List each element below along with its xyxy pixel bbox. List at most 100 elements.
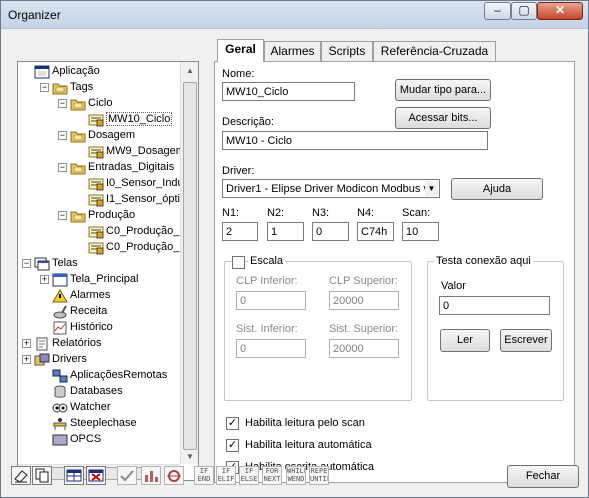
auto-read-checkbox[interactable]: ✓	[226, 439, 239, 452]
tab-alarmes[interactable]: Alarmes	[264, 41, 321, 61]
collapse-icon[interactable]: −	[58, 99, 67, 108]
test-value-input[interactable]: 0	[439, 296, 550, 315]
window-title: Organizer	[8, 8, 61, 22]
scroll-down-icon[interactable]: ▼	[186, 452, 194, 461]
collapse-icon[interactable]: −	[58, 211, 67, 220]
tree-item[interactable]: + Tela_Principal	[18, 272, 178, 288]
collapse-icon[interactable]: −	[40, 83, 49, 92]
n3-input[interactable]: 0	[312, 222, 349, 241]
tree-item[interactable]: − Produção	[18, 208, 178, 224]
tree-item[interactable]: Steeplechase	[18, 416, 178, 432]
vertical-scroll-thumb[interactable]	[183, 82, 197, 450]
description-input[interactable]: MW10 - Ciclo	[222, 131, 488, 150]
tree-item[interactable]: + Relatórios	[18, 336, 178, 352]
while-wend-icon[interactable]: WHILE WEND	[286, 466, 306, 485]
tree-item[interactable]: − Ciclo	[18, 96, 178, 112]
tree-item[interactable]: + Drivers	[18, 352, 178, 368]
scroll-up-icon[interactable]: ▲	[186, 66, 194, 75]
collapse-icon[interactable]: −	[58, 131, 67, 140]
expand-icon[interactable]: +	[22, 355, 31, 364]
table-icon[interactable]	[64, 466, 84, 485]
chevron-down-icon[interactable]: ▼	[425, 181, 438, 196]
tree-item[interactable]: I1_Sensor_óptic	[18, 192, 180, 208]
n2-input[interactable]: 1	[267, 222, 304, 241]
vertical-scrollbar[interactable]: ▲ ▼	[180, 62, 198, 464]
for-next-icon[interactable]: FOR NEXT	[262, 466, 282, 485]
if-end-icon[interactable]: IF END	[194, 466, 214, 485]
collapse-icon[interactable]: −	[22, 259, 31, 268]
sys-min-input[interactable]: 0	[236, 339, 306, 358]
tree-item-label: Produção	[88, 209, 136, 221]
tree-item[interactable]: Aplicação	[18, 64, 178, 80]
help-button[interactable]: Ajuda	[451, 178, 543, 200]
n4-input[interactable]: C74h	[357, 222, 394, 241]
expand-icon[interactable]: +	[40, 275, 49, 284]
tree-item[interactable]: Databases	[18, 384, 178, 400]
if-elif-icon[interactable]: IF ELIF	[216, 466, 236, 485]
tree-item[interactable]: Alarmes	[18, 288, 178, 304]
close-window-button[interactable]: ✕	[537, 2, 583, 20]
tree-item[interactable]: MW10_Ciclo	[18, 112, 178, 128]
title-bar[interactable]: Organizer ‒ ▢ ✕	[1, 1, 588, 29]
delete-table-icon[interactable]	[86, 466, 106, 485]
repeat-until-icon[interactable]: REPE UNTIL	[309, 466, 329, 485]
tab-scripts[interactable]: Scripts	[321, 41, 373, 61]
tree-item-label: Histórico	[70, 321, 113, 333]
tree-item[interactable]: C0_Produção_R	[18, 240, 180, 256]
tree-item-label: Relatórios	[52, 337, 102, 349]
value-label: Valor	[441, 280, 466, 292]
bottom-toolbar: IF END IF ELIF IF ELSE FOR NEXT WHILE WE…	[4, 462, 585, 496]
sys-max-label: Sist. Superior:	[329, 323, 399, 335]
expand-icon[interactable]: +	[22, 339, 31, 348]
collapse-icon[interactable]: −	[58, 163, 67, 172]
tab-referencia-cruzada[interactable]: Referência-Cruzada	[373, 41, 496, 61]
check-icon[interactable]	[117, 466, 137, 485]
chart-icon[interactable]	[141, 466, 161, 485]
tree-item[interactable]: Watcher	[18, 400, 178, 416]
tag-icon	[88, 241, 104, 255]
tree-item[interactable]: AplicaçõesRemotas	[18, 368, 178, 384]
scale-checkbox[interactable]	[232, 256, 245, 269]
tree-item[interactable]: I0_Sensor_Indut	[18, 176, 180, 192]
tree-item[interactable]: − Tags	[18, 80, 178, 96]
read-button[interactable]: Ler	[440, 329, 490, 352]
maximize-button[interactable]: ▢	[511, 2, 537, 20]
tree-item-label: Databases	[70, 385, 123, 397]
name-input[interactable]: MW10_Ciclo	[222, 82, 355, 101]
sys-max-input[interactable]: 20000	[329, 339, 399, 358]
scan-input[interactable]: 10	[402, 222, 439, 241]
driver-icon	[34, 353, 50, 367]
scan-read-checkbox[interactable]: ✓	[226, 417, 239, 430]
driver-select[interactable]: Driver1 - Elipse Driver Modicon Modbus v…	[222, 179, 440, 198]
tree-item-label: I0_Sensor_Indut	[106, 177, 180, 189]
eraser-icon[interactable]	[11, 466, 31, 485]
minimize-button[interactable]: ‒	[484, 2, 511, 20]
tree-item[interactable]: Histórico	[18, 320, 178, 336]
n3-label: N3:	[312, 207, 330, 219]
plc-max-label: CLP Superior:	[329, 275, 398, 287]
tree-item[interactable]: MW9_Dosagem	[18, 144, 180, 160]
tab-geral[interactable]: Geral	[217, 39, 264, 62]
plc-max-input[interactable]: 20000	[329, 291, 399, 310]
name-label: Nome:	[222, 68, 255, 80]
tree-item[interactable]: − Telas	[18, 256, 178, 272]
network-icon[interactable]	[164, 466, 184, 485]
access-bits-button[interactable]: Acessar bits...	[395, 107, 491, 129]
watcher-icon	[52, 401, 68, 415]
change-type-button[interactable]: Mudar tipo para...	[395, 79, 491, 101]
copy-icon[interactable]	[32, 466, 52, 485]
tree-item[interactable]: − Dosagem	[18, 128, 178, 144]
n1-input[interactable]: 2	[222, 222, 258, 241]
tree-item[interactable]: Receita	[18, 304, 178, 320]
plc-min-input[interactable]: 0	[236, 291, 306, 310]
tree-item[interactable]: C0_Produção_D	[18, 224, 180, 240]
project-tree[interactable]: Aplicação − Tags − Ciclo MW10_Ciclo − Dosagem MW…	[17, 61, 199, 481]
tree-item-label: Drivers	[52, 353, 87, 365]
close-button[interactable]: Fechar	[507, 465, 579, 488]
tree-item-label: Tela_Principal	[70, 273, 139, 285]
if-else-icon[interactable]: IF ELSE	[239, 466, 259, 485]
write-button[interactable]: Escrever	[500, 329, 552, 352]
tree-item[interactable]: − Entradas_Digitais	[18, 160, 178, 176]
tree-item[interactable]: OPCS	[18, 432, 178, 448]
n4-label: N4:	[357, 207, 375, 219]
